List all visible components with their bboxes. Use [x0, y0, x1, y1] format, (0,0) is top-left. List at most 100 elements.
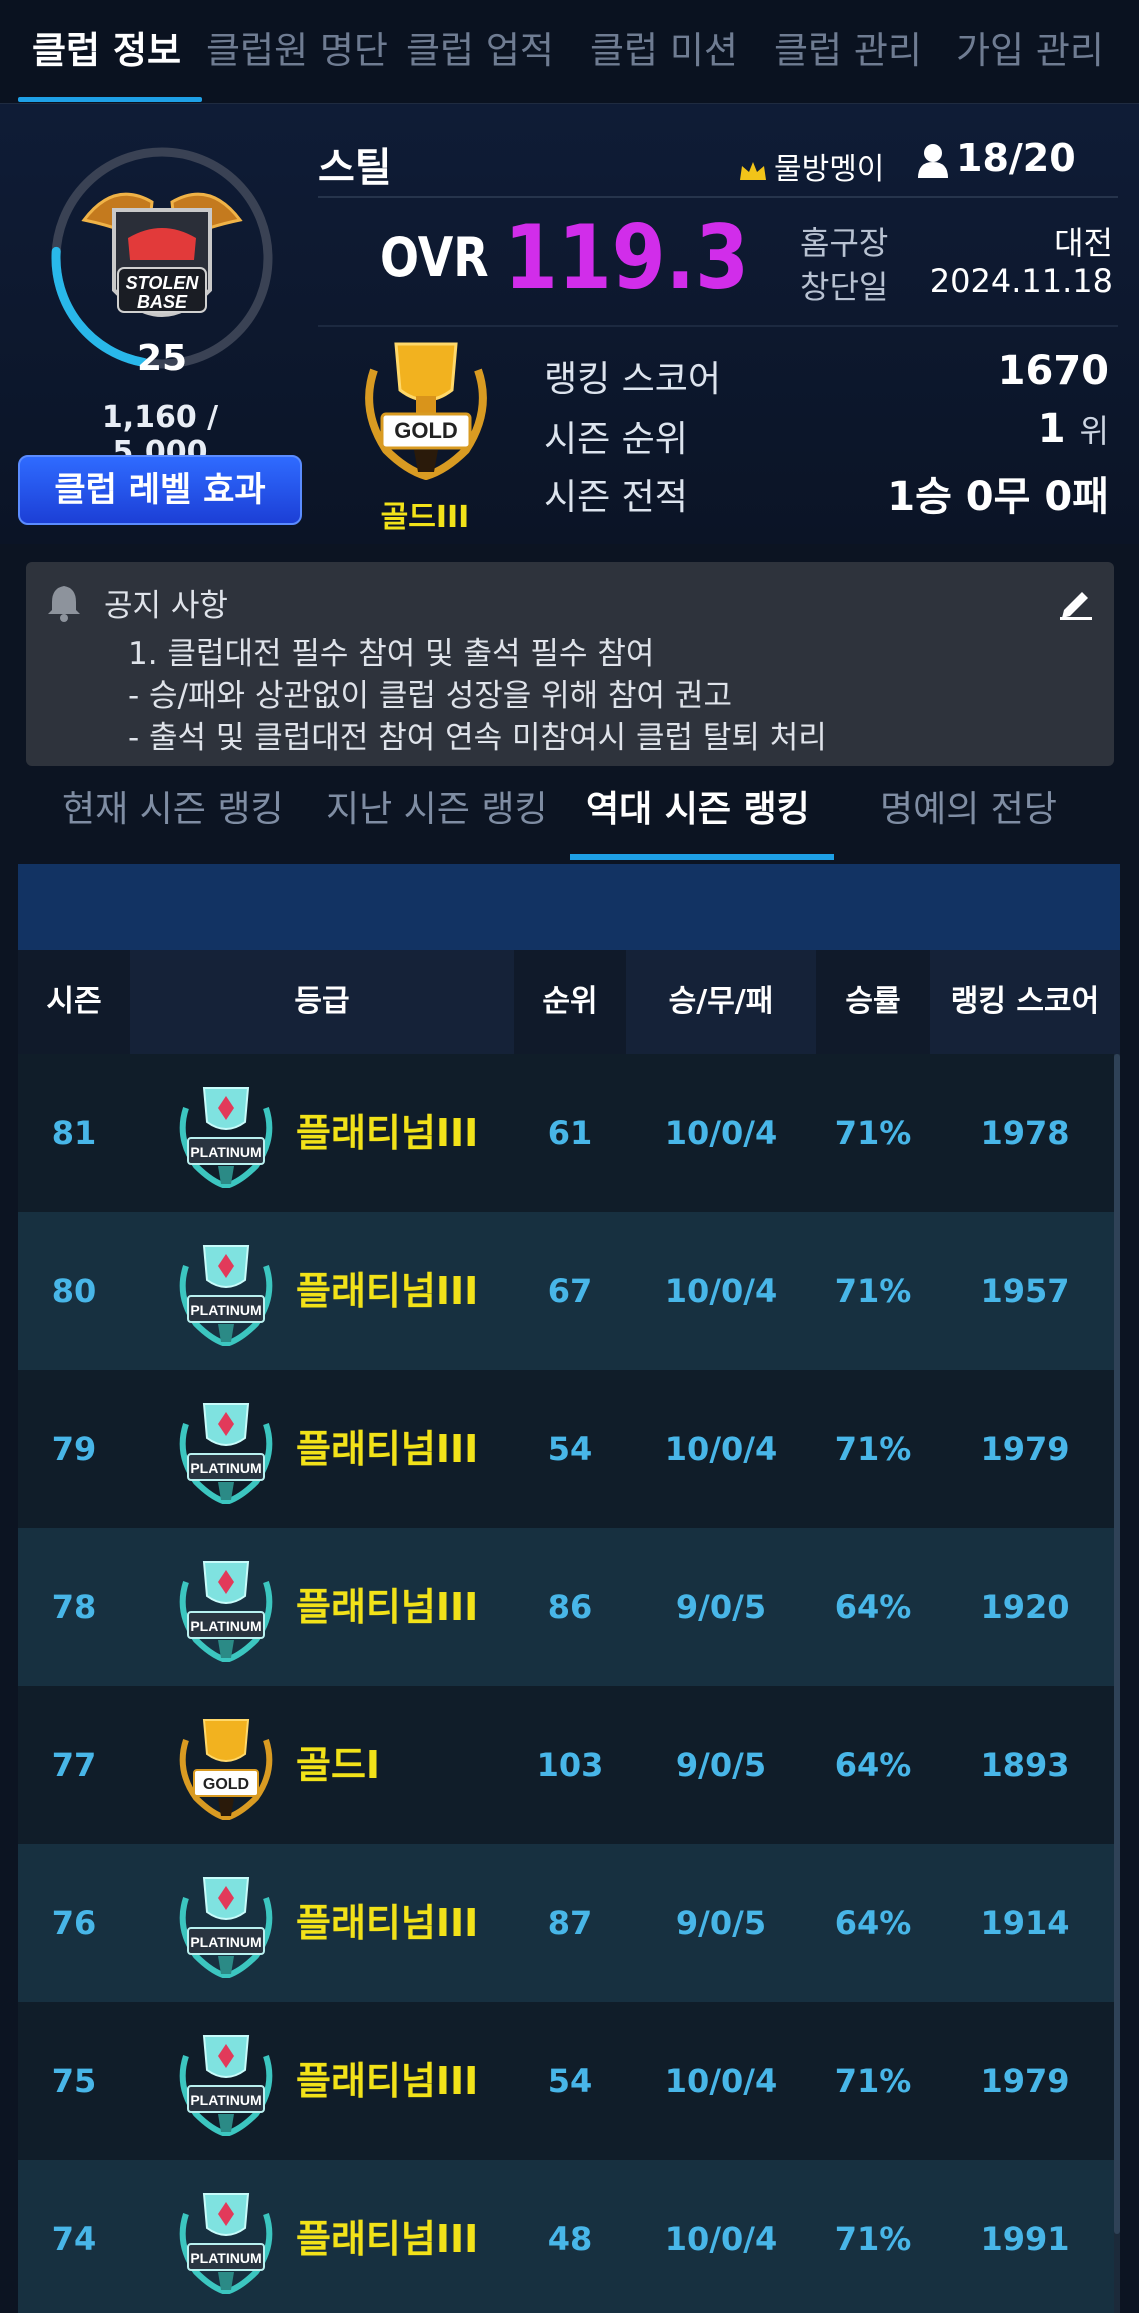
scrollbar-thumb[interactable] — [1114, 1054, 1120, 2234]
badge-text: PLATINUM — [190, 1618, 261, 1634]
member-count-value: 18/20 — [956, 136, 1076, 180]
season-cell: 78 — [51, 1588, 97, 1626]
club-name: 스틸 — [318, 145, 392, 191]
table-row[interactable]: 76 PLATINUM 플래티넘III 87 9/0/5 64% 1914 — [18, 1844, 1120, 2002]
tab-club-management[interactable]: 클럽 관리 — [774, 20, 922, 80]
tab-club-missions[interactable]: 클럽 미션 — [590, 20, 738, 80]
club-level: 25 — [136, 338, 188, 379]
tab-join-management[interactable]: 가입 관리 — [956, 20, 1104, 80]
table-scrollbar[interactable] — [1114, 1054, 1120, 2313]
record-cell: 10/0/4 — [664, 1430, 778, 1468]
season-cell: 80 — [51, 1272, 97, 1310]
badge-text: PLATINUM — [190, 1460, 261, 1476]
tier-badge-text: GOLD — [394, 418, 458, 443]
ranking-score-cell: 1979 — [980, 1430, 1070, 1468]
crown-icon — [740, 161, 766, 180]
ranking-score-cell: 1979 — [980, 2062, 1070, 2100]
col-header-ranking-score: 랭킹 스코어 — [930, 950, 1120, 1054]
season-cell: 76 — [51, 1904, 97, 1942]
badge-text: PLATINUM — [190, 2092, 261, 2108]
tab-hall-of-fame[interactable]: 명예의 전당 — [880, 780, 1057, 832]
season-ranking-table[interactable]: 81 PLATINUM 플래티넘III 61 10/0/4 71% 1978 8… — [18, 1054, 1120, 2313]
platinum-badge-icon: PLATINUM — [179, 1403, 273, 1504]
win-rate-cell: 64% — [834, 1588, 912, 1626]
table-row[interactable]: 78 PLATINUM 플래티넘III 86 9/0/5 64% 1920 — [18, 1528, 1120, 1686]
grade-cell: 골드I — [296, 1743, 381, 1787]
founded-value: 2024.11.18 — [929, 262, 1113, 300]
rank-cell: 87 — [547, 1904, 593, 1942]
notice-panel: 공지 사항 1. 클럽대전 필수 참여 및 출석 필수 참여 - 승/패와 상관… — [26, 562, 1114, 766]
ranking-score-cell: 1914 — [980, 1904, 1070, 1942]
tab-all-time-season-ranking[interactable]: 역대 시즌 랭킹 — [586, 780, 810, 832]
rank-cell: 54 — [547, 2062, 593, 2100]
col-header-rank: 순위 — [542, 984, 598, 1019]
badge-text: PLATINUM — [190, 1302, 261, 1318]
table-row[interactable]: 77 GOLD 골드I 103 9/0/5 64% 1893 — [18, 1686, 1120, 1844]
season-rank-label: 시즌 순위 — [544, 419, 688, 460]
gold-badge-icon: GOLD — [179, 1719, 273, 1820]
club-master: 물방멩이 — [738, 144, 884, 188]
home-stadium-label: 홈구장 — [800, 224, 889, 262]
win-rate-cell: 71% — [834, 1430, 912, 1468]
active-tab-indicator — [570, 854, 834, 860]
tab-last-season-ranking[interactable]: 지난 시즌 랭킹 — [326, 780, 548, 832]
record-cell: 10/0/4 — [664, 2062, 778, 2100]
ovr-label: OVR — [380, 226, 489, 289]
tab-club-achievements[interactable]: 클럽 업적 — [406, 20, 554, 80]
bell-icon — [48, 586, 80, 622]
divider — [318, 325, 1118, 327]
active-tab-indicator — [18, 97, 202, 102]
grade-cell: 플래티넘III — [296, 1427, 479, 1471]
table-row[interactable]: 80 PLATINUM 플래티넘III 67 10/0/4 71% 1957 — [18, 1212, 1120, 1370]
platinum-badge-icon: PLATINUM — [179, 2035, 273, 2136]
season-cell: 81 — [51, 1114, 97, 1152]
win-rate-cell: 64% — [834, 1904, 912, 1942]
ranking-score-cell: 1978 — [980, 1114, 1070, 1152]
founded-label: 창단일 — [800, 268, 889, 306]
col-header-record: 승/무/패 — [626, 950, 816, 1054]
record-cell: 10/0/4 — [664, 1272, 778, 1310]
emblem-text-2: BASE — [137, 292, 188, 312]
tier-name: 골드III — [380, 500, 470, 535]
record-cell: 9/0/5 — [675, 1904, 767, 1942]
season-rank: 1 위 — [1038, 406, 1109, 452]
badge-text: PLATINUM — [190, 1934, 261, 1950]
season-rank-value: 1 — [1037, 406, 1066, 452]
win-rate-cell: 64% — [834, 1746, 912, 1784]
season-cell: 75 — [51, 2062, 97, 2100]
win-rate-cell: 71% — [834, 2220, 912, 2258]
record-cell: 10/0/4 — [664, 1114, 778, 1152]
rank-cell: 67 — [547, 1272, 593, 1310]
table-row[interactable]: 79 PLATINUM 플래티넘III 54 10/0/4 71% 1979 — [18, 1370, 1120, 1528]
top-tab-bar: 클럽 정보 클럽원 명단 클럽 업적 클럽 미션 클럽 관리 가입 관리 — [0, 0, 1139, 104]
home-stadium-value: 대전 — [1054, 224, 1113, 262]
table-row[interactable]: 81 PLATINUM 플래티넘III 61 10/0/4 71% 1978 — [18, 1054, 1120, 1212]
club-master-name: 물방멩이 — [774, 152, 885, 187]
grade-cell: 플래티넘III — [296, 1111, 479, 1155]
season-record-label: 시즌 전적 — [544, 477, 688, 518]
record-cell: 9/0/5 — [675, 1588, 767, 1626]
rank-cell: 61 — [547, 1114, 593, 1152]
col-header-grade: 등급 — [130, 950, 514, 1054]
season-rank-unit: 위 — [1079, 412, 1109, 450]
table-row[interactable]: 75 PLATINUM 플래티넘III 54 10/0/4 71% 1979 — [18, 2002, 1120, 2160]
table-row[interactable]: 74 PLATINUM 플래티넘III 48 10/0/4 71% 1991 — [18, 2160, 1120, 2313]
platinum-badge-icon: PLATINUM — [179, 1877, 273, 1978]
rank-cell: 48 — [547, 2220, 593, 2258]
club-level-effect-button[interactable]: 클럽 레벨 효과 — [18, 455, 302, 525]
season-record-value: 1승 0무 0패 — [887, 474, 1109, 520]
platinum-badge-icon: PLATINUM — [179, 1087, 273, 1188]
tab-club-members[interactable]: 클럽원 명단 — [206, 20, 388, 80]
badge-text: PLATINUM — [190, 1144, 261, 1160]
ranking-score-cell: 1920 — [980, 1588, 1070, 1626]
record-cell: 10/0/4 — [664, 2220, 778, 2258]
tab-club-info[interactable]: 클럽 정보 — [32, 20, 181, 80]
season-cell: 74 — [51, 2220, 97, 2258]
tab-current-season-ranking[interactable]: 현재 시즌 랭킹 — [62, 780, 284, 832]
notice-title: 공지 사항 — [104, 588, 228, 624]
table-banner — [18, 864, 1120, 950]
col-header-season: 시즌 — [46, 984, 102, 1019]
badge-text: GOLD — [203, 1776, 249, 1793]
pencil-icon[interactable] — [1058, 584, 1094, 620]
ranking-score-cell: 1991 — [980, 2220, 1070, 2258]
